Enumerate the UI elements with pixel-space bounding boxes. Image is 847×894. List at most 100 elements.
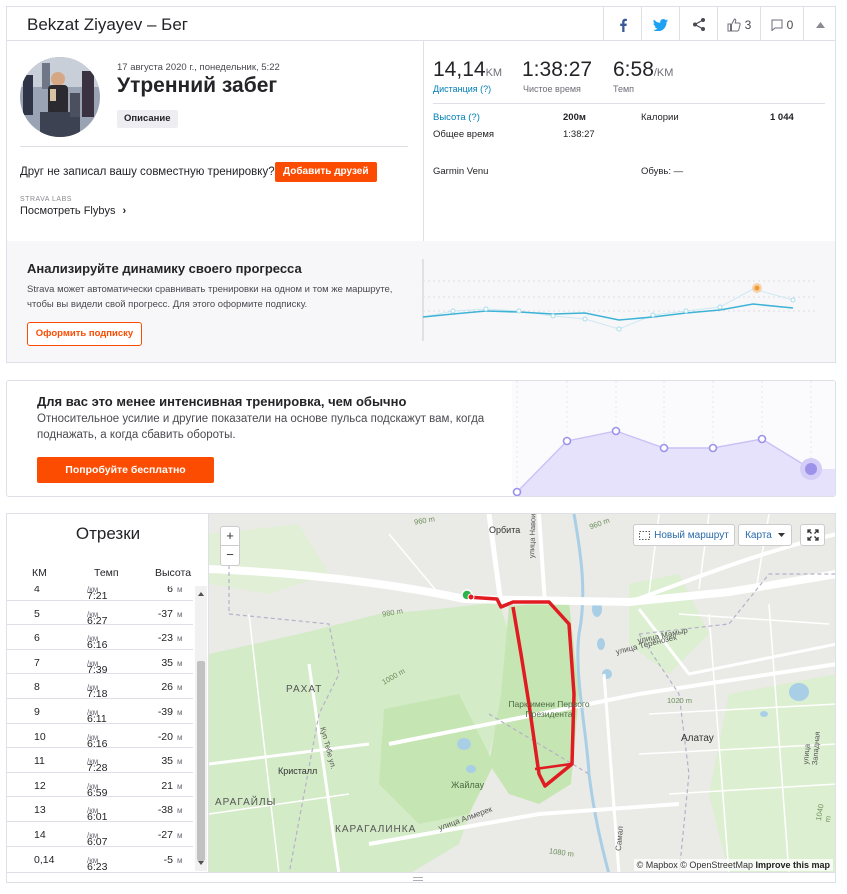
table-row[interactable]: 11 7:28 /км 35 м [7, 747, 193, 775]
split-elevation: -20 [157, 730, 173, 743]
scroll-thumb[interactable] [197, 661, 205, 861]
fullscreen-button[interactable] [800, 524, 825, 546]
zoom-in-button[interactable]: + [220, 526, 240, 546]
split-pace: 6:16 /км [87, 732, 108, 750]
table-row[interactable]: 9 6:11 /км -39 м [7, 698, 193, 725]
friend-question: Друг не записал вашу совместную трениров… [20, 166, 275, 178]
split-elevation-unit: м [177, 658, 183, 668]
improve-map-link[interactable]: Improve this map [755, 860, 830, 870]
device-name: Garmin Venu [433, 166, 489, 177]
pace-stat: 6:58/KM [613, 58, 674, 81]
distance-stat: 14,14KM [433, 58, 503, 81]
table-row[interactable]: 4 7:21 /км 6 м [7, 586, 193, 602]
map-label: АРАГАЙЛЫ [215, 797, 277, 808]
split-km: 6 [34, 632, 40, 645]
split-pace: 7:39 /км [87, 658, 108, 676]
intensity-heading: Для вас это менее интенсивная тренировка… [37, 394, 407, 409]
flybys-link[interactable]: Посмотреть Flybys › [20, 205, 126, 217]
split-km: 5 [34, 607, 40, 620]
split-pace: 7:21 /км [87, 586, 108, 602]
table-row[interactable]: 5 6:27 /км -37 м [7, 599, 193, 627]
table-row[interactable]: 14 6:07 /км -27 м [7, 821, 193, 848]
map-label: улица Западная [801, 731, 822, 766]
mapbox-attribution-link[interactable]: © Mapbox [637, 860, 678, 870]
activity-header: Bekzat Ziyayev – Бег 3 0 [6, 6, 836, 42]
column-header-km: КМ [32, 567, 47, 579]
flybys-label: Посмотреть Flybys [20, 205, 116, 217]
map-attribution: © Mapbox © OpenStreetMap Improve this ma… [633, 859, 833, 871]
new-route-button[interactable]: Новый маршрут [633, 524, 735, 546]
comments-count: 0 [786, 17, 794, 32]
split-pace: 6:27 /км [87, 609, 108, 627]
split-pace: 7:18 /км [87, 683, 108, 701]
split-elevation: -38 [157, 804, 173, 817]
relative-effort-promo: Для вас это менее интенсивная тренировка… [6, 380, 836, 497]
table-row[interactable]: 13 6:01 /км -38 м [7, 796, 193, 824]
split-km: 0,14 [34, 853, 55, 866]
route-map[interactable]: 960 m Орбита улица Навои 960 m 980 m ули… [208, 513, 836, 873]
split-pace: 6:16 /км [87, 634, 108, 652]
split-km: 7 [34, 656, 40, 669]
splits-scrollbar[interactable] [195, 586, 207, 871]
split-elevation: -23 [157, 632, 173, 645]
map-label: Жайлау [451, 780, 485, 790]
split-elevation-unit: м [177, 683, 183, 693]
route-icon [639, 530, 651, 540]
facebook-share-button[interactable] [603, 7, 641, 42]
twitter-share-button[interactable] [641, 7, 679, 42]
column-header-pace: Темп [94, 567, 119, 579]
divider [433, 103, 825, 104]
split-elevation: -37 [157, 607, 173, 620]
activity-title[interactable]: Утренний забег [117, 74, 277, 98]
split-pace: 7:28 /км [87, 757, 108, 775]
table-row[interactable]: 7 7:39 /км 35 м [7, 648, 193, 676]
table-row[interactable]: 12 6:59 /км 21 м [7, 771, 193, 799]
subscribe-button[interactable]: Оформить подписку [27, 322, 142, 346]
kudos-button[interactable]: 3 [717, 7, 760, 42]
zoom-out-button[interactable]: − [220, 546, 240, 566]
split-elevation-unit: м [177, 708, 183, 717]
table-row[interactable]: 10 6:16 /км -20 м [7, 722, 193, 750]
map-label: КАРАГАЛИНКА [335, 824, 417, 835]
kudos-count: 3 [744, 17, 752, 32]
resize-grip-icon[interactable] [413, 877, 423, 881]
table-row[interactable]: 8 7:18 /км 26 м [7, 673, 193, 701]
progress-sparkline [422, 259, 815, 341]
map-label: РАХАТ [286, 684, 323, 695]
map-type-select[interactable]: Карта [738, 524, 792, 546]
split-elevation: 6 [167, 586, 173, 595]
split-elevation-unit: м [177, 609, 183, 619]
chevron-up-icon [815, 21, 825, 28]
map-label: улица Навои [527, 513, 538, 559]
collapse-button[interactable] [803, 7, 836, 42]
comments-button[interactable]: 0 [760, 7, 803, 42]
elapsed-time-label: Общее время [433, 129, 495, 140]
avatar[interactable] [20, 57, 100, 137]
map-label: Парк имени Первого Президента [508, 699, 590, 719]
column-header-elevation: Высота [155, 567, 192, 579]
shoes-info: Обувь: — [641, 166, 684, 177]
athlete-photo [20, 57, 100, 137]
expand-icon [806, 529, 819, 541]
split-elevation-unit: м [177, 757, 183, 767]
split-elevation: -39 [157, 706, 173, 718]
try-free-button[interactable]: Попробуйте бесплатно [37, 457, 214, 483]
map-label: Алатау [681, 733, 714, 744]
table-row[interactable]: 6 6:16 /км -23 м [7, 624, 193, 652]
split-elevation-unit: м [177, 732, 183, 742]
map-label: Кристалл [278, 766, 318, 776]
moving-time-label: Чистое время [523, 84, 581, 94]
osm-attribution-link[interactable]: © OpenStreetMap [680, 860, 753, 870]
distance-label[interactable]: Дистанция (?) [433, 84, 491, 94]
description-button[interactable]: Описание [117, 110, 178, 128]
split-elevation-unit: м [177, 806, 183, 816]
table-row[interactable]: 0,14 6:23 /км -5 м [7, 845, 193, 871]
split-km: 4 [34, 586, 40, 595]
activity-summary: 17 августа 2020 г., понедельник, 5:22 Ут… [6, 41, 836, 363]
map-label: 1020 m [667, 696, 693, 705]
share-button[interactable] [679, 7, 717, 42]
split-pace: 6:01 /км [87, 806, 108, 824]
elevation-label[interactable]: Высота (?) [433, 112, 480, 123]
add-friends-button[interactable]: Добавить друзей [275, 162, 377, 182]
splits-list[interactable]: 4 7:21 /км 6 м 5 6:27 /км -37 м 6 6:16 /км -23 м 7 7:… [7, 586, 195, 871]
